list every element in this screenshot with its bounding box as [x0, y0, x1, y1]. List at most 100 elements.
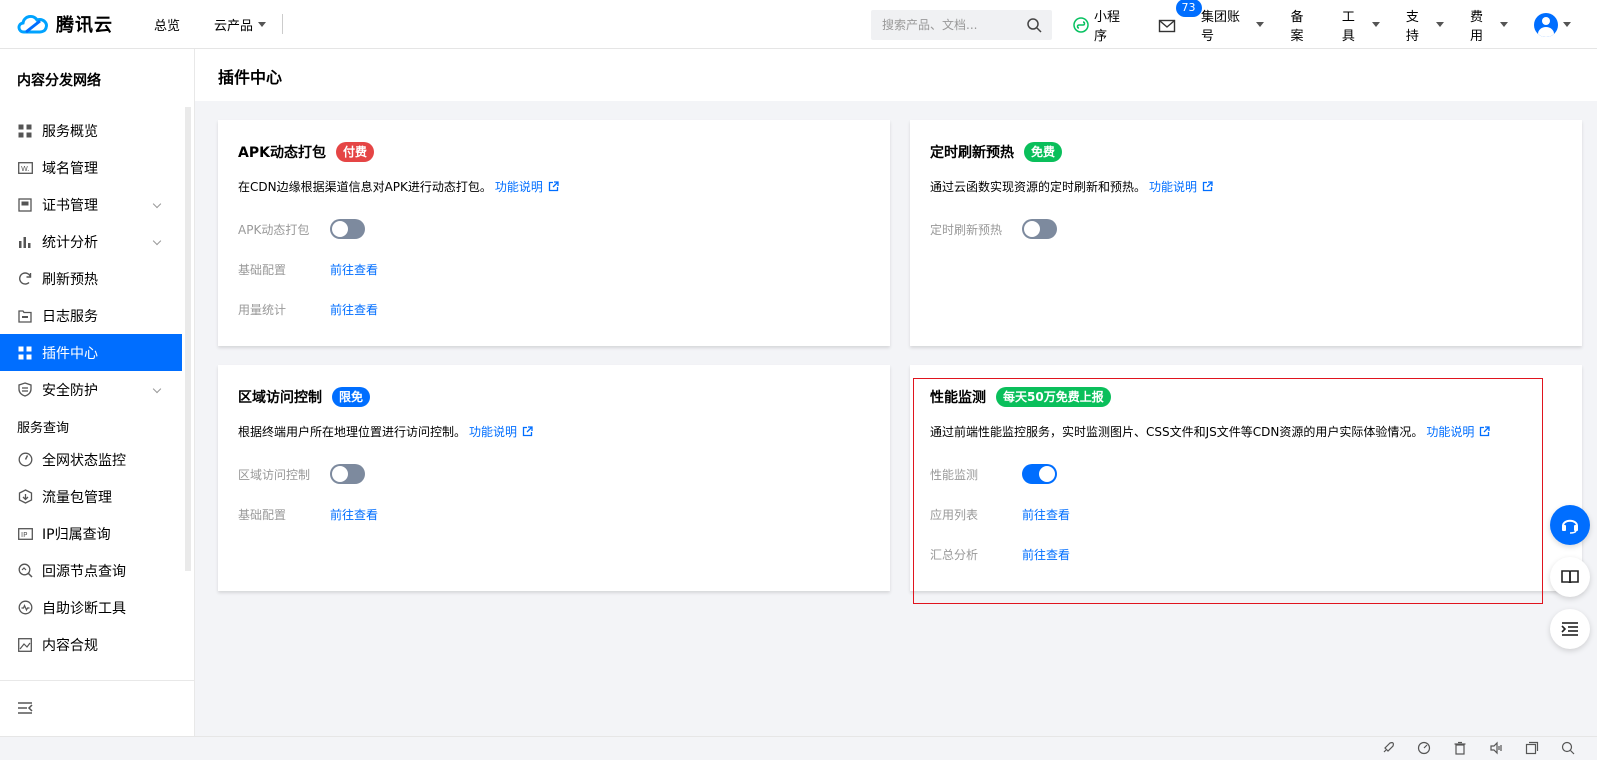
cloud-logo-icon: [17, 14, 48, 34]
plugin-switch[interactable]: [1022, 219, 1057, 239]
sidebar-item-label: 全网状态监控: [42, 452, 126, 469]
book-icon: [1561, 570, 1579, 584]
svg-text:IP: IP: [21, 531, 27, 539]
miniprogram-link[interactable]: 小程序: [1073, 6, 1132, 44]
plugin-card-header: 定时刷新预热 免费: [930, 141, 1582, 163]
plugin-row: 基础配置 前往查看: [238, 259, 890, 279]
feature-doc-link[interactable]: 功能说明: [469, 423, 517, 440]
miniprogram-label: 小程序: [1094, 9, 1121, 44]
plugin-toggle-label: 定时刷新预热: [930, 222, 1003, 237]
nav-overview[interactable]: 总览: [154, 15, 180, 34]
sidebar-item-label: 日志服务: [42, 308, 98, 325]
sidebar-item[interactable]: 统计分析: [0, 223, 182, 260]
sidebar-item-label: 刷新预热: [42, 271, 98, 288]
external-link-icon[interactable]: [522, 426, 533, 437]
sidebar-scrollbar[interactable]: [185, 107, 191, 571]
sidebar-query-menu: 全网状态监控流量包管理 IP IP归属查询 回源节点查询 自助诊断工具 内容合规: [0, 441, 194, 663]
sidebar-item[interactable]: 自助诊断工具: [0, 589, 182, 626]
sidebar-item-label: 内容合规: [42, 637, 98, 654]
support-menu[interactable]: 支持: [1406, 6, 1444, 44]
plugin-row-label: 用量统计: [238, 302, 287, 317]
plugin-title: 定时刷新预热: [930, 145, 1014, 161]
sidebar-item-label: 域名管理: [42, 160, 98, 177]
log-icon: [17, 308, 33, 324]
nav-products-label: 云产品: [214, 18, 254, 34]
customer-service-button[interactable]: [1550, 505, 1590, 545]
page-title: 插件中心: [218, 68, 283, 87]
outline-icon: [1561, 622, 1578, 636]
sidebar-item-label: 服务概览: [42, 123, 98, 140]
chevron-down-icon: [152, 236, 162, 246]
sidebar-item[interactable]: 插件中心: [0, 334, 182, 371]
outline-button[interactable]: [1550, 609, 1590, 649]
ip-icon: IP: [17, 526, 33, 542]
plugin-toggle-row: APK动态打包: [238, 219, 890, 239]
nav-products[interactable]: 云产品: [214, 15, 267, 34]
group-account-menu[interactable]: 集团账号: [1201, 6, 1265, 44]
sidebar-item[interactable]: 全网状态监控: [0, 441, 182, 478]
speed-icon[interactable]: [1417, 741, 1431, 755]
monitor-icon: [17, 452, 33, 468]
sidebar-item[interactable]: 证书管理: [0, 186, 182, 223]
sidebar-item[interactable]: IP IP归属查询: [0, 515, 182, 552]
plugin-switch[interactable]: [330, 464, 365, 484]
external-link-icon[interactable]: [1202, 181, 1213, 192]
plugin-row-label: 基础配置: [238, 262, 287, 277]
sidebar-item[interactable]: 日志服务: [0, 297, 182, 334]
sound-icon[interactable]: [1489, 741, 1503, 755]
feature-doc-link[interactable]: 功能说明: [495, 178, 543, 195]
sidebar-section-label: 服务查询: [17, 421, 70, 436]
billing-label: 费用: [1469, 9, 1483, 44]
shield-icon: [17, 382, 33, 398]
plugin-switch[interactable]: [330, 219, 365, 239]
sidebar-item[interactable]: 内容合规: [0, 626, 182, 663]
external-link-icon[interactable]: [548, 181, 559, 192]
feature-doc-link[interactable]: 功能说明: [1149, 178, 1197, 195]
sidebar-item-label: 安全防护: [42, 382, 98, 399]
billing-menu[interactable]: 费用: [1469, 6, 1509, 44]
rocket-icon[interactable]: [1381, 741, 1395, 755]
search-icon[interactable]: [1561, 741, 1575, 755]
plugin-title: APK动态打包: [238, 145, 326, 161]
search-box: [871, 10, 1052, 40]
sidebar-item-label: 回源节点查询: [42, 563, 126, 580]
plugin-toggle-row: 定时刷新预热: [930, 219, 1582, 239]
tools-menu[interactable]: 工具: [1342, 6, 1380, 44]
group-account-label: 集团账号: [1201, 9, 1241, 44]
trash-icon[interactable]: [1453, 741, 1467, 755]
sidebar-item[interactable]: 安全防护: [0, 371, 182, 408]
sidebar-item[interactable]: 服务概览: [0, 112, 182, 149]
brand-logo[interactable]: 腾讯云: [16, 11, 120, 37]
plugin-card-header: APK动态打包 付费: [238, 141, 890, 163]
docs-button[interactable]: [1550, 557, 1590, 597]
search-input[interactable]: [882, 18, 1022, 32]
sidebar-item-label: IP归属查询: [42, 526, 111, 543]
window-icon[interactable]: [1525, 741, 1539, 755]
view-link[interactable]: 前往查看: [330, 301, 378, 318]
highlight-box: [913, 378, 1543, 604]
sidebar-item[interactable]: W. 域名管理: [0, 149, 182, 186]
icp-link[interactable]: 备案: [1290, 6, 1315, 44]
sidebar-item[interactable]: 流量包管理: [0, 478, 182, 515]
caret-down-icon: [1256, 22, 1265, 27]
top-navigation-bar: 腾讯云 总览 云产品 小程序 73 集团账号 备案 工具: [0, 0, 1597, 49]
view-link[interactable]: 前往查看: [330, 261, 378, 278]
miniprogram-icon: [1073, 16, 1089, 33]
sidebar-item[interactable]: 回源节点查询: [0, 552, 182, 589]
user-menu[interactable]: [1534, 12, 1572, 37]
collapse-menu-icon[interactable]: [17, 701, 33, 715]
mail-button[interactable]: 73: [1158, 0, 1202, 35]
view-link[interactable]: 前往查看: [330, 506, 378, 523]
plugin-description-text: 在CDN边缘根据渠道信息对APK进行动态打包。: [238, 180, 492, 194]
bar-chart-icon: [17, 234, 33, 250]
plugin-toggle-label: 区域访问控制: [238, 467, 311, 482]
sidebar-title: 内容分发网络: [17, 73, 101, 89]
sidebar-item-label: 统计分析: [42, 234, 98, 251]
sidebar-item[interactable]: 刷新预热: [0, 260, 182, 297]
sidebar-menu: 服务概览 W. 域名管理 证书管理统计分析刷新预热日志服务插件中心安全防护: [0, 112, 194, 408]
sidebar-item-label: 自助诊断工具: [42, 600, 126, 617]
traffic-icon: [17, 489, 33, 505]
image-icon: [17, 637, 33, 653]
pricing-badge: 限免: [332, 387, 371, 407]
search-icon[interactable]: [1026, 17, 1042, 33]
